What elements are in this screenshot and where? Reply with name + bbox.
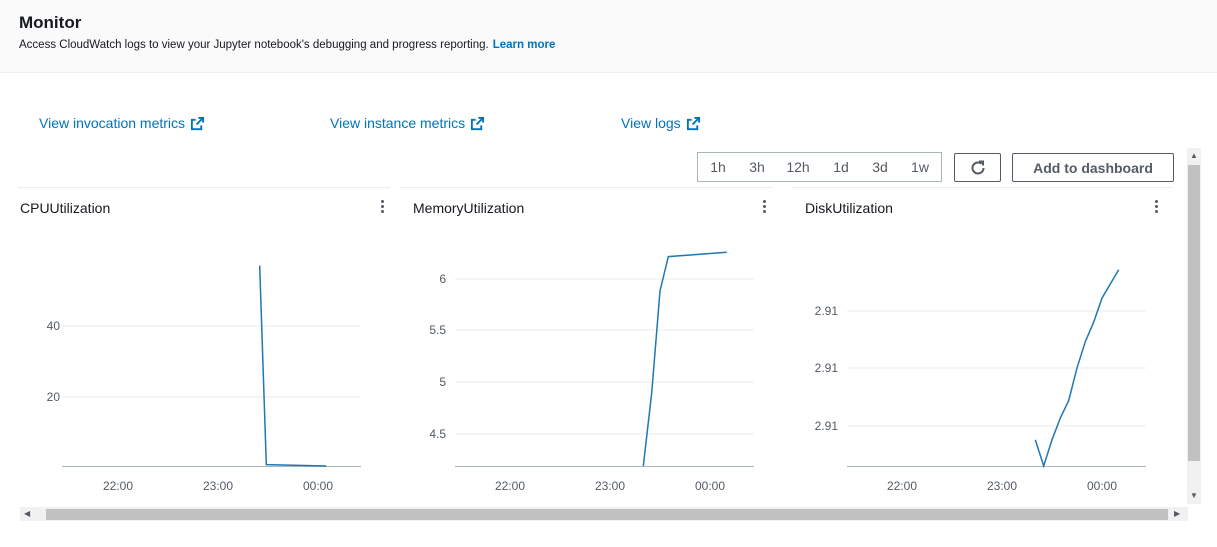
disk-utilization-chart: 2.91 2.91 2.91 22:00 23:00 00:00 xyxy=(815,269,1146,493)
page-title: Monitor xyxy=(19,13,82,32)
x-tick-label: 00:00 xyxy=(303,479,333,493)
widget-menu-icon[interactable] xyxy=(376,199,388,215)
cpu-utilization-chart: 20 40 22:00 23:00 00:00 xyxy=(47,265,361,493)
memory-utilization-chart: 4.5 5 5.5 6 22:00 23:00 00:00 xyxy=(429,251,754,493)
time-range-selector: 1h 3h 12h 1d 3d 1w xyxy=(697,152,942,182)
y-tick-label: 5.5 xyxy=(429,323,446,337)
widget-menu-icon[interactable] xyxy=(758,199,770,215)
y-tick-label: 4.5 xyxy=(429,427,446,441)
range-1w[interactable]: 1w xyxy=(898,159,942,175)
y-tick-label: 2.91 xyxy=(815,419,839,433)
x-tick-label: 23:00 xyxy=(203,479,233,493)
view-logs-label: View logs xyxy=(621,115,681,131)
memory-utilization-widget: MemoryUtilization 4.5 5 5.5 6 22:00 23:00 00:0… xyxy=(400,187,772,498)
disk-utilization-widget: DiskUtilization 2.91 2.91 2.91 22:00 23:00 00… xyxy=(792,187,1172,498)
series-line[interactable] xyxy=(258,265,327,467)
view-logs-link[interactable]: View logs xyxy=(621,115,701,131)
range-1h[interactable]: 1h xyxy=(698,159,738,175)
external-link-icon xyxy=(471,116,485,130)
y-tick-label: 20 xyxy=(47,390,61,404)
range-3d[interactable]: 3d xyxy=(862,159,898,175)
view-instance-metrics-label: View instance metrics xyxy=(330,115,466,131)
x-tick-label: 22:00 xyxy=(103,479,133,493)
x-tick-label: 23:00 xyxy=(595,479,625,493)
range-1d[interactable]: 1d xyxy=(820,159,862,175)
refresh-button[interactable] xyxy=(954,153,1001,182)
add-to-dashboard-button[interactable]: Add to dashboard xyxy=(1012,153,1174,182)
external-link-icon xyxy=(686,116,700,130)
widget-title: CPUUtilization xyxy=(20,200,111,216)
horizontal-scroll-thumb[interactable] xyxy=(46,509,1168,520)
y-tick-label: 2.91 xyxy=(815,361,839,375)
monitor-header: Monitor Access CloudWatch logs to view y… xyxy=(0,0,1217,73)
view-instance-metrics-link[interactable]: View instance metrics xyxy=(330,115,485,131)
external-link-icon xyxy=(190,116,205,130)
view-invocation-metrics-label: View invocation metrics xyxy=(39,115,186,131)
refresh-icon xyxy=(971,160,984,174)
x-tick-label: 22:00 xyxy=(495,479,525,493)
x-tick-label: 22:00 xyxy=(887,479,917,493)
x-tick-label: 23:00 xyxy=(987,479,1017,493)
range-12h[interactable]: 12h xyxy=(776,159,820,175)
page-subtitle: Access CloudWatch logs to view your Jupy… xyxy=(19,39,555,51)
widget-title: MemoryUtilization xyxy=(413,200,525,216)
view-invocation-metrics-link[interactable]: View invocation metrics xyxy=(39,115,205,131)
scroll-left-arrow-icon[interactable]: ◀ xyxy=(24,509,30,519)
y-tick-label: 6 xyxy=(439,272,446,286)
y-tick-label: 40 xyxy=(47,319,61,333)
y-tick-label: 5 xyxy=(439,375,446,389)
scroll-right-arrow-icon[interactable]: ▶ xyxy=(1174,509,1180,519)
cpu-utilization-widget: CPUUtilization 20 40 22:00 23:00 00:00 xyxy=(18,187,390,498)
scroll-down-arrow-icon[interactable]: ▼ xyxy=(1190,491,1198,501)
range-3h[interactable]: 3h xyxy=(738,159,776,175)
scroll-up-arrow-icon[interactable]: ▲ xyxy=(1190,151,1198,161)
x-tick-label: 00:00 xyxy=(695,479,725,493)
subtitle-text: Access CloudWatch logs to view your Jupy… xyxy=(19,39,489,51)
widget-title: DiskUtilization xyxy=(805,200,893,216)
x-tick-label: 00:00 xyxy=(1087,479,1117,493)
y-tick-label: 2.91 xyxy=(815,304,839,318)
widget-menu-icon[interactable] xyxy=(1150,199,1162,215)
learn-more-link[interactable]: Learn more xyxy=(493,39,556,51)
vertical-scroll-thumb[interactable] xyxy=(1188,165,1200,461)
